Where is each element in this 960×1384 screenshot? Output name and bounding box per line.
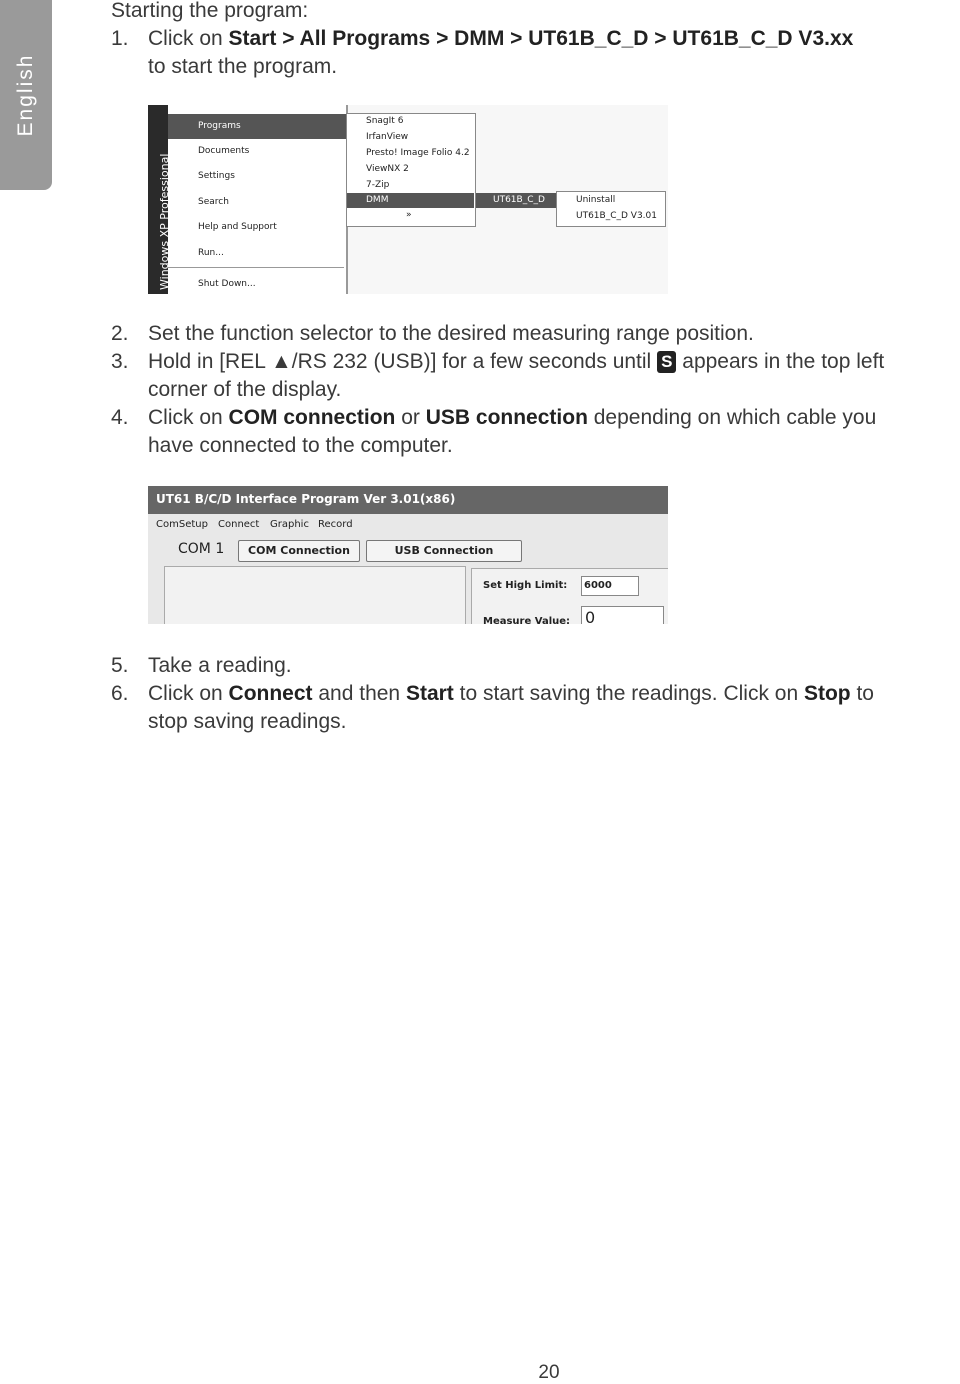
- menu-uninstall[interactable]: Uninstall: [576, 195, 615, 205]
- menu-ut61[interactable]: UT61B_C_D: [493, 195, 545, 205]
- menu-search[interactable]: Search: [198, 197, 229, 207]
- step-1-cont: to start the program.: [148, 55, 338, 78]
- menu-shutdown[interactable]: Shut Down...: [198, 279, 256, 289]
- step-3: Hold in [REL ▲/RS 232 (USB)] for a few s…: [148, 350, 885, 373]
- app-title: UT61 B/C/D Interface Program Ver 3.01(x8…: [156, 492, 456, 506]
- com-connection-button[interactable]: COM Connection: [238, 540, 360, 562]
- program-snagit[interactable]: SnagIt 6: [366, 116, 403, 126]
- menu-settings[interactable]: Settings: [198, 171, 235, 181]
- port-label: COM 1: [178, 541, 225, 557]
- step-number: 3.: [111, 350, 129, 373]
- high-limit-label: Set High Limit:: [483, 580, 568, 591]
- step-number: 2.: [111, 322, 129, 345]
- language-tab: English: [0, 0, 52, 190]
- menu-documents[interactable]: Documents: [198, 146, 249, 156]
- program-irfanview[interactable]: IrfanView: [366, 132, 408, 142]
- section-heading: Starting the program:: [111, 0, 309, 22]
- measure-value: 0: [581, 606, 664, 624]
- menu-graphic[interactable]: Graphic: [270, 519, 309, 530]
- s-indicator-icon: S: [657, 351, 677, 373]
- step-5: Take a reading.: [148, 654, 292, 677]
- step-6: Click on Connect and then Start to start…: [148, 682, 874, 705]
- step-1: Click on Start > All Programs > DMM > UT…: [148, 27, 854, 50]
- program-presto[interactable]: Presto! Image Folio 4.2: [366, 148, 470, 158]
- menu-ut61-app[interactable]: UT61B_C_D V3.01: [576, 211, 657, 221]
- step-number: 5.: [111, 654, 129, 677]
- step-number: 1.: [111, 27, 129, 50]
- step-4: Click on COM connection or USB connectio…: [148, 406, 877, 429]
- menu-comsetup[interactable]: ComSetup: [156, 519, 208, 530]
- measure-label: Measure Value:: [483, 616, 571, 624]
- program-viewnx[interactable]: ViewNX 2: [366, 164, 409, 174]
- language-label: English: [14, 53, 37, 137]
- expand-icon[interactable]: »: [406, 210, 412, 220]
- step-4-cont: have connected to the computer.: [148, 434, 453, 457]
- step-6-cont: stop saving readings.: [148, 710, 347, 733]
- menu-run[interactable]: Run...: [198, 248, 224, 258]
- usb-connection-button[interactable]: USB Connection: [366, 540, 522, 562]
- step-number: 4.: [111, 406, 129, 429]
- program-dmm[interactable]: DMM: [366, 195, 388, 205]
- step-number: 6.: [111, 682, 129, 705]
- menu-programs[interactable]: Programs: [198, 121, 241, 131]
- menu-record[interactable]: Record: [318, 519, 353, 530]
- menu-help[interactable]: Help and Support: [198, 222, 277, 232]
- start-menu-screenshot: Windows XP Professional Programs Documen…: [148, 105, 668, 294]
- high-limit-input[interactable]: 6000: [581, 576, 639, 596]
- step-2: Set the function selector to the desired…: [148, 322, 754, 345]
- app-screenshot: UT61 B/C/D Interface Program Ver 3.01(x8…: [148, 486, 668, 624]
- menu-connect[interactable]: Connect: [218, 519, 259, 530]
- program-7zip[interactable]: 7-Zip: [366, 180, 389, 190]
- page-number: 20: [538, 1362, 560, 1383]
- step-3-cont: corner of the display.: [148, 378, 342, 401]
